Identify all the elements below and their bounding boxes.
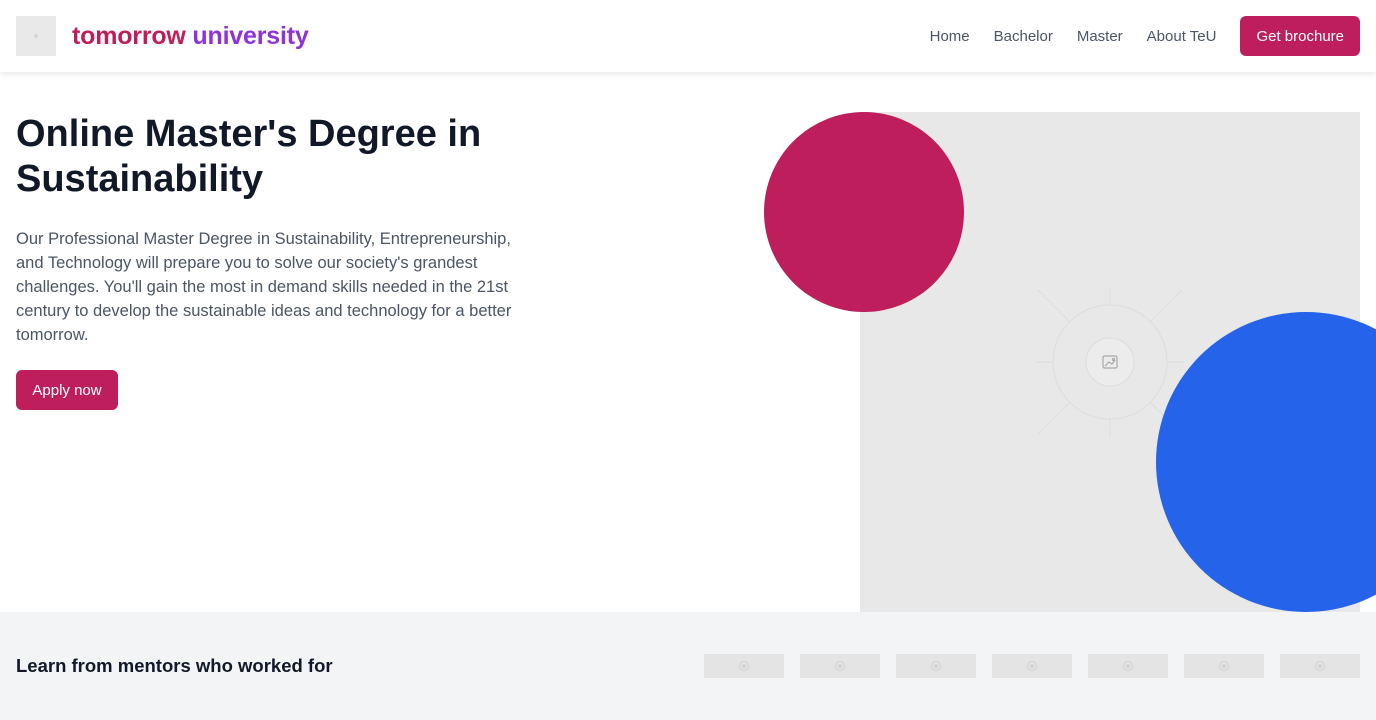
brand-name[interactable]: tomorrow university [72,20,309,52]
company-logo [704,654,784,678]
company-logo-placeholder-icon [1123,661,1133,671]
main-nav: Home Bachelor Master About TeU Get broch… [930,16,1360,56]
company-logo-placeholder-icon [739,661,749,671]
brand-word-university: university [192,22,309,50]
mentors-title: Learn from mentors who worked for [16,655,333,676]
company-logo-placeholder-icon [931,661,941,671]
nav-link-master[interactable]: Master [1077,28,1123,45]
company-logo [1280,654,1360,678]
company-logo-placeholder-icon [1219,661,1229,671]
hero-description: Our Professional Master Degree in Sustai… [16,230,512,344]
company-logo [1088,654,1168,678]
company-logo-placeholder-icon [835,661,845,671]
image-placeholder-icon [34,34,38,38]
company-logo [800,654,880,678]
mentors-section: Learn from mentors who worked for [0,612,1376,720]
company-logo-placeholder-icon [1315,661,1325,671]
hero-title: Online Master's Degree in Sustainability [16,113,482,200]
company-logo [896,654,976,678]
company-logos [704,654,1360,678]
company-logo [1184,654,1264,678]
apply-now-button[interactable]: Apply now [16,370,118,410]
logo-image[interactable] [16,16,56,56]
get-brochure-button[interactable]: Get brochure [1240,16,1360,56]
nav-link-home[interactable]: Home [930,28,970,45]
nav-link-bachelor[interactable]: Bachelor [994,28,1053,45]
site-header: tomorrow university Home Bachelor Master… [0,0,1376,72]
decorative-circle-red [764,112,964,312]
page: tomorrow university Home Bachelor Master… [0,0,1376,720]
nav-link-about[interactable]: About TeU [1147,28,1217,45]
company-logo [992,654,1072,678]
brand-word-tomorrow: tomorrow [72,22,186,50]
company-logo-placeholder-icon [1027,661,1037,671]
